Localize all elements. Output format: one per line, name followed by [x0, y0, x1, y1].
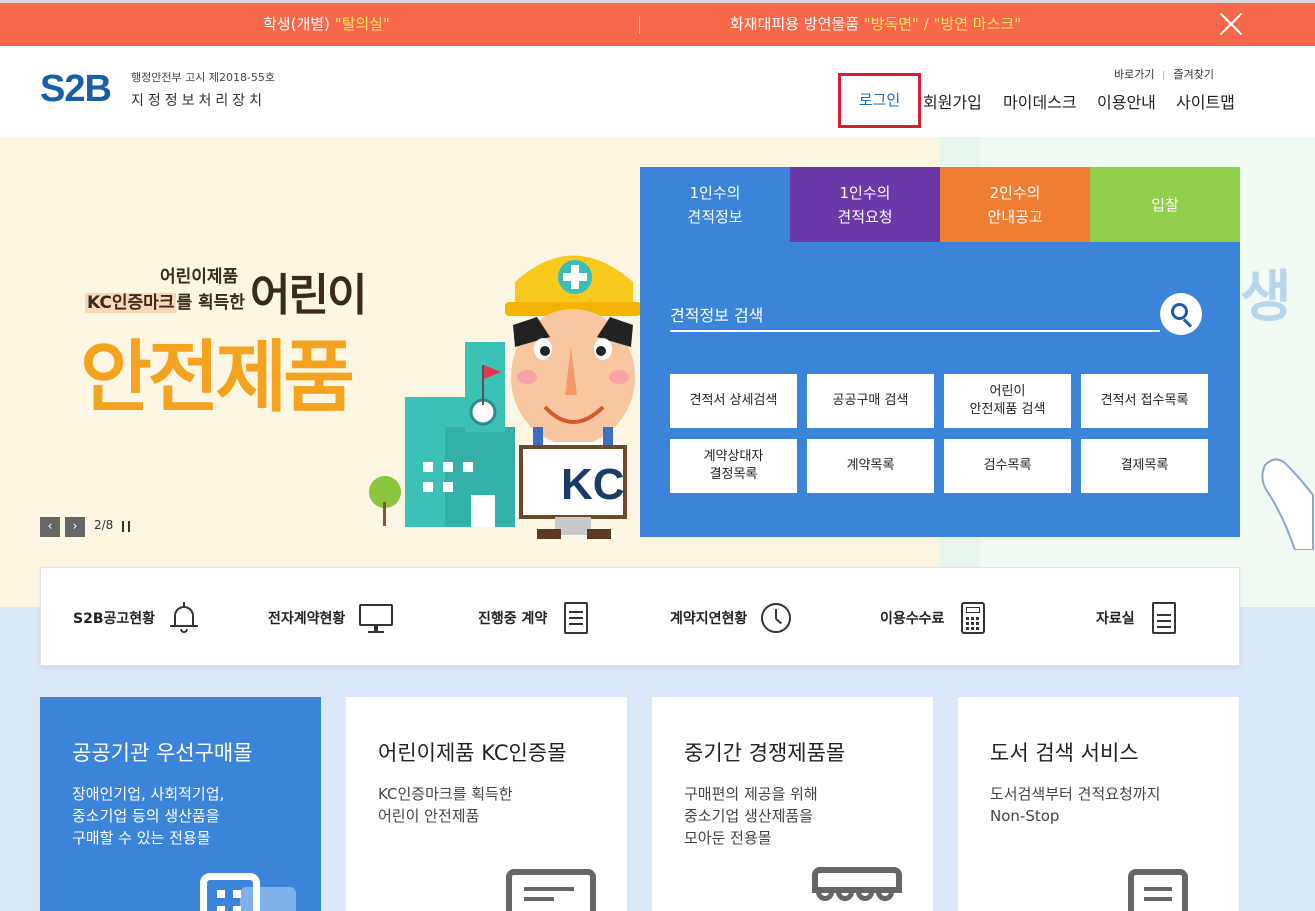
quick-btn-quote-detail-search[interactable]: 견적서 상세검색 — [670, 374, 797, 428]
nav-guide[interactable]: 이용안내 — [1097, 89, 1156, 113]
notice-2-text: 화재대피용 방연물품 — [730, 15, 864, 33]
search-button[interactable] — [1160, 293, 1202, 335]
quick-link-bar: S2B공고현황 전자계약현황 진행중 계약 계약지연현황 이용수수료 자료실 — [40, 567, 1240, 666]
notice-link-2[interactable]: 화재대피용 방연물품 "방독면" / "방연 마스크" — [730, 13, 1021, 34]
card-description: 장애인기업, 사회적기업, 중소기업 등의 생산품을 구매할 수 있는 전용몰 — [72, 785, 225, 847]
search-icon-handle — [1182, 318, 1193, 328]
card-description: 구매편의 제공을 위해 중소기업 생산제품을 모아둔 전용몰 — [684, 785, 818, 847]
quick-link-delayed-contract[interactable]: 계약지연현황 — [670, 568, 792, 667]
util-divider — [1163, 70, 1165, 80]
tab-bidding[interactable]: 입찰 — [1090, 167, 1240, 242]
slide-page-indicator: 2/8 — [94, 518, 114, 532]
quick-link-s2b-notices[interactable]: S2B공고현황 — [73, 568, 199, 667]
nav-join[interactable]: 회원가입 — [923, 89, 982, 113]
bell-icon — [169, 601, 199, 634]
close-icon[interactable] — [1218, 11, 1244, 37]
hero-title-big: 안전제품 — [80, 333, 355, 423]
quick-btn-inspection-list[interactable]: 검수목록 — [944, 439, 1071, 493]
card-book-search-service[interactable]: 도서 검색 서비스 도서검색부터 견적요청까지 Non-Stop — [958, 697, 1239, 911]
card-sme-competition-mall[interactable]: 중기간 경쟁제품몰 구매편의 제공을 위해 중소기업 생산제품을 모아둔 전용몰 — [652, 697, 933, 911]
shortcut-link[interactable]: 바로가기 — [1114, 68, 1154, 81]
card-title: 도서 검색 서비스 — [990, 741, 1139, 765]
card-priority-purchase-mall[interactable]: 공공기관 우선구매몰 장애인기업, 사회적기업, 중소기업 등의 생산품을 구매… — [40, 697, 321, 911]
notice-1-highlight: "탈의실" — [334, 15, 390, 33]
quick-link-ongoing-contract[interactable]: 진행중 계약 — [478, 568, 591, 667]
file-icon — [1149, 601, 1179, 634]
document-icon — [561, 601, 591, 634]
card-title: 어린이제품 KC인증몰 — [378, 741, 567, 765]
utility-links: 바로가기 즐겨찾기 — [1114, 66, 1214, 82]
notice-link-1[interactable]: 학생(개별) "탈의실" — [263, 13, 390, 34]
notice-bar: 학생(개별) "탈의실" 화재대피용 방연물품 "방독면" / "방연 마스크" — [0, 0, 1315, 46]
hero-title-small: 어린이 — [250, 270, 367, 321]
hero-peek-illustration — [1261, 458, 1314, 550]
quick-btn-child-safety-search[interactable]: 어린이 안전제품 검색 — [944, 374, 1071, 428]
quick-link-label: 자료실 — [1096, 610, 1135, 627]
chevron-left-icon[interactable]: ‹ — [40, 517, 60, 537]
nav-login[interactable]: 로그인 — [838, 73, 921, 128]
quick-btn-quote-received-list[interactable]: 견적서 접수목록 — [1081, 374, 1208, 428]
hero-illustration: KC — [369, 255, 641, 539]
clock-icon — [761, 602, 792, 634]
hero-next-slide-peek: 생 — [1240, 265, 1292, 330]
card-kc-cert-mall[interactable]: 어린이제품 KC인증몰 KC인증마크를 획득한 어린이 안전제품 — [346, 697, 627, 911]
monitor-icon — [359, 602, 394, 634]
quick-btn-public-purchase-search[interactable]: 공공구매 검색 — [807, 374, 934, 428]
logo-notice-number: 행정안전부 고시 제2018-55호 — [131, 71, 276, 84]
quick-link-label: 계약지연현황 — [670, 610, 748, 627]
nav-sitemap[interactable]: 사이트맵 — [1176, 89, 1235, 113]
grid-app-icon — [200, 865, 296, 911]
nav-mydesk[interactable]: 마이데스크 — [1003, 89, 1077, 113]
notice-divider — [639, 16, 640, 34]
quick-link-label: 전자계약현황 — [268, 610, 346, 627]
quick-btn-contract-list[interactable]: 계약목록 — [807, 439, 934, 493]
card-description: KC인증마크를 획득한 어린이 안전제품 — [378, 785, 513, 825]
card-description: 도서검색부터 견적요청까지 Non-Stop — [990, 785, 1161, 825]
card-title: 중기간 경쟁제품몰 — [684, 741, 846, 765]
quick-link-e-contract[interactable]: 전자계약현황 — [268, 568, 394, 667]
card-title: 공공기관 우선구매몰 — [72, 741, 253, 765]
tab-notice[interactable]: 2인수의 안내공고 — [940, 167, 1090, 242]
notice-1-text: 학생(개별) — [263, 15, 335, 33]
hero-subtitle-1: 어린이제품 — [160, 267, 239, 287]
pause-icon[interactable] — [122, 521, 130, 532]
tab-quote-request[interactable]: 1인수의 견적요청 — [790, 167, 940, 242]
logo-subtitle: 지정정보처리장치 — [131, 93, 267, 109]
tab-quote-info[interactable]: 1인수의 견적정보 — [640, 167, 790, 242]
site-header: S2B 행정안전부 고시 제2018-55호 지정정보처리장치 바로가기 즐겨찾기… — [0, 46, 1315, 137]
notice-2-highlight: "방독면" / "방연 마스크" — [863, 15, 1022, 33]
calculator-icon — [958, 601, 988, 634]
quick-link-label: 진행중 계약 — [478, 610, 548, 627]
quick-btn-payment-list[interactable]: 결제목록 — [1081, 439, 1208, 493]
quick-link-label: 이용수수료 — [880, 610, 945, 627]
quote-search-input[interactable] — [670, 300, 1160, 332]
quick-link-usage-fee[interactable]: 이용수수료 — [880, 568, 988, 667]
shop-awning-icon — [812, 865, 907, 911]
favorites-link[interactable]: 즐겨찾기 — [1173, 68, 1213, 81]
quick-link-archive[interactable]: 자료실 — [1096, 568, 1179, 667]
search-panel: 1인수의 견적정보 1인수의 견적요청 2인수의 안내공고 입찰 견적서 상세검… — [640, 167, 1240, 537]
quick-link-label: S2B공고현황 — [73, 610, 156, 627]
hero-subtitle-2: KC인증마크 를 획득한 — [85, 288, 245, 313]
s2b-logo[interactable]: S2B — [40, 68, 112, 111]
hero-kc-mark: KC인증마크 — [85, 293, 177, 313]
chevron-right-icon[interactable]: › — [65, 517, 85, 537]
hero-subtitle-2-rest: 를 획득한 — [176, 293, 245, 313]
svg-text:KC: KC — [561, 460, 625, 509]
certificate-icon — [506, 865, 601, 911]
quick-btn-contractor-decision-list[interactable]: 계약상대자 결정목록 — [670, 439, 797, 493]
search-icon — [1171, 303, 1188, 320]
book-page-icon — [1118, 865, 1213, 911]
